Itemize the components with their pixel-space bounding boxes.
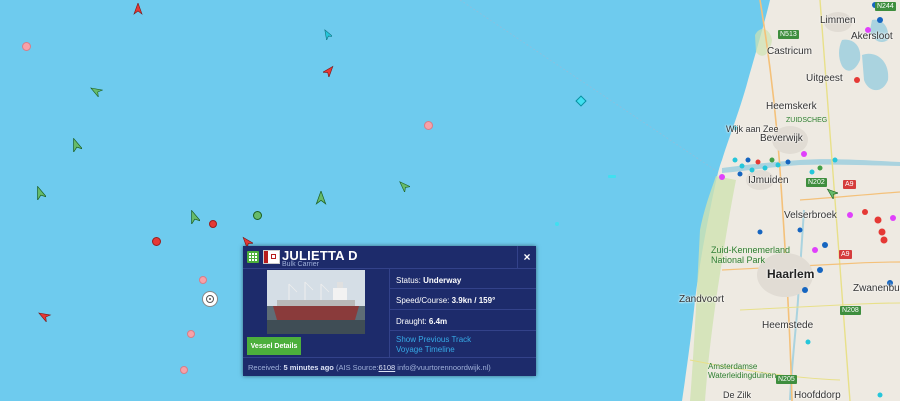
draught-value: 6.4m (428, 317, 448, 326)
road-shield-n208: N208 (840, 306, 861, 315)
received-value: 5 minutes ago (283, 363, 334, 372)
vessel-icon-green[interactable] (315, 191, 327, 205)
place-label-heemskerk: Heemskerk (766, 101, 817, 112)
place-label-zwanenburg: Zwanenburg (853, 283, 900, 294)
ais-source-id-link[interactable]: 6108 (379, 363, 396, 372)
road-shield-n205: N205 (776, 375, 797, 384)
anchored-vessel-dot[interactable] (187, 330, 195, 338)
vessel-icon-red[interactable] (36, 310, 52, 322)
aton-marker[interactable] (608, 175, 616, 178)
place-label-akersloot: Akersloot (851, 31, 893, 42)
vessel-icon-red[interactable] (323, 65, 335, 77)
status-label: Status: (396, 276, 421, 285)
vessel-icon-green[interactable] (89, 85, 103, 97)
road-shield-a9: A9 (839, 250, 852, 259)
malta-flag-icon (263, 250, 280, 264)
place-label-heemstede: Heemstede (762, 320, 814, 331)
vessel-details-button[interactable]: Vessel Details (247, 337, 301, 355)
selected-vessel-target[interactable] (202, 291, 218, 307)
place-label-ijmuiden: IJmuiden (748, 175, 789, 186)
speed-course-label: Speed/Course: (396, 296, 450, 305)
vessel-type: Bulk Carrier (282, 261, 319, 268)
anchored-vessel-dot[interactable] (199, 276, 207, 284)
received-label: Received: (248, 363, 282, 372)
road-shield-n513: N513 (778, 30, 799, 39)
close-button[interactable]: × (517, 246, 536, 268)
road-shield-n202: N202 (806, 178, 827, 187)
vessel-icon-green[interactable] (398, 180, 410, 192)
anchored-vessel-dot[interactable] (424, 121, 433, 130)
anchored-vessel-dot[interactable] (253, 211, 262, 220)
vessel-info-popup: JULIETTA D Bulk Carrier × Vessel Details (243, 246, 536, 376)
place-label-beverwijk: Beverwijk (760, 133, 803, 144)
anchored-vessel-dot[interactable] (209, 220, 217, 228)
vessel-icon-red[interactable] (133, 3, 143, 15)
place-label-haarlem: Haarlem (767, 267, 815, 281)
popup-footer: Received: 5 minutes ago (AIS Source:6108… (243, 357, 536, 376)
shipping-route-line (459, 0, 716, 171)
vessel-icon-green[interactable] (826, 187, 838, 199)
place-label-zandvoort: Zandvoort (679, 294, 725, 305)
ais-source-suffix: info@vuurtorennoordwijk.nl) (397, 363, 491, 372)
voyage-timeline-link[interactable]: Voyage Timeline (396, 345, 455, 354)
draught-row: Draught: 6.4m (396, 317, 447, 326)
speed-course-row: Speed/Course: 3.9kn / 159° (396, 296, 495, 305)
road-shield-n244: N244 (875, 2, 896, 11)
popup-header: JULIETTA D Bulk Carrier × (243, 246, 536, 269)
place-label-castricum: Castricum (767, 46, 813, 57)
place-label-zuid-kennemerland: Zuid-Kennemerland National Park (711, 245, 791, 265)
place-label-uitgeest: Uitgeest (806, 73, 843, 84)
place-label-hoofddorp: Hoofddorp (794, 390, 841, 401)
anchored-vessel-dot[interactable] (180, 366, 188, 374)
speed-course-value: 3.9kn / 159° (451, 296, 496, 305)
draught-label: Draught: (396, 317, 427, 326)
show-previous-track-link[interactable]: Show Previous Track (396, 335, 471, 344)
vessel-icon-green[interactable] (34, 186, 46, 200)
vessel-icon-cyan[interactable] (323, 29, 332, 40)
vessel-icon-green[interactable] (70, 138, 82, 152)
place-label-de-zilk: De Zilk (723, 390, 752, 400)
anchored-vessel-dot[interactable] (152, 237, 161, 246)
road-shield-a9: A9 (843, 180, 856, 189)
status-value: Underway (423, 276, 462, 285)
vessel-photo[interactable] (267, 270, 365, 334)
place-label-velserbroek: Velserbroek (784, 210, 837, 221)
aton-marker[interactable] (555, 222, 559, 226)
anchored-vessel-dot[interactable] (22, 42, 31, 51)
grid-menu-icon[interactable] (247, 251, 259, 263)
place-label-waterleidingduinen: Amsterdamse Waterleidingduinen (708, 362, 777, 380)
place-label-zuidscheg: ZUIDSCHEG (786, 117, 828, 124)
status-row: Status: Underway (396, 276, 461, 285)
ais-source-prefix: (AIS Source: (335, 363, 379, 372)
map-canvas[interactable]: Limmen Akersloot Castricum Uitgeest Heem… (0, 0, 900, 401)
place-label-limmen: Limmen (820, 15, 856, 26)
vessel-icon-green[interactable] (188, 210, 200, 224)
